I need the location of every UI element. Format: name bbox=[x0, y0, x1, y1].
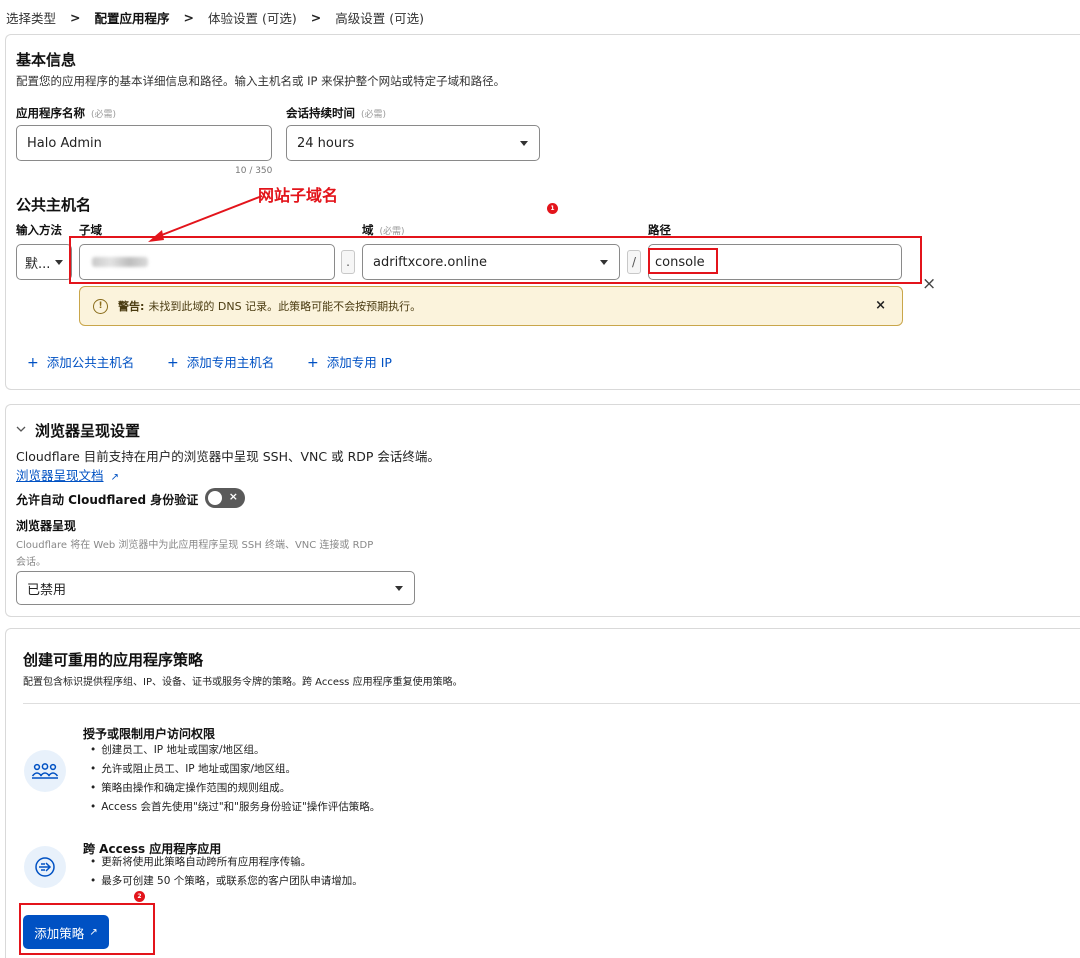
domain-label-text: 域 bbox=[362, 223, 374, 237]
breadcrumb-separator: > bbox=[310, 9, 322, 25]
browser-render-description: Cloudflare 目前支持在用户的浏览器中呈现 SSH、VNC 或 RDP … bbox=[16, 449, 440, 464]
browser-render-doc-link[interactable]: 浏览器呈现文档 ↗ bbox=[16, 465, 119, 484]
app-name-counter: 10 / 350 bbox=[235, 166, 273, 176]
annotation-badge-1: 1 bbox=[547, 203, 558, 214]
annotation-arrow bbox=[148, 195, 263, 242]
domain-label: 域 (必需) bbox=[362, 222, 405, 238]
policies-title: 创建可重用的应用程序策略 bbox=[23, 651, 204, 669]
slash-separator: / bbox=[627, 250, 641, 274]
close-icon[interactable]: × bbox=[875, 298, 886, 313]
chevron-down-icon bbox=[395, 586, 403, 591]
chevron-down-icon[interactable] bbox=[16, 422, 26, 436]
list-item: 创建员工、IP 地址或国家/地区组。 bbox=[90, 741, 380, 760]
domain-select[interactable]: adriftxcore.online bbox=[362, 244, 620, 280]
breadcrumb-item-configure-app[interactable]: 配置应用程序 bbox=[95, 8, 170, 27]
warning-prefix: 警告: bbox=[118, 300, 145, 313]
path-input[interactable]: console bbox=[648, 244, 902, 280]
app-name-label-text: 应用程序名称 bbox=[16, 106, 85, 120]
browser-render-value: 已禁用 bbox=[27, 582, 67, 598]
add-policy-label: 添加策略 bbox=[34, 925, 85, 941]
session-duration-label-text: 会话持续时间 bbox=[286, 106, 355, 120]
basic-info-title: 基本信息 bbox=[16, 51, 77, 69]
add-public-hostname-label: 添加公共主机名 bbox=[46, 355, 135, 370]
plus-icon: + bbox=[307, 355, 319, 371]
input-method-value: 默... bbox=[25, 256, 51, 272]
external-link-icon: ↗ bbox=[110, 472, 120, 483]
browser-render-help-line2: 会话。 bbox=[16, 557, 46, 568]
warning-text: 未找到此域的 DNS 记录。此策略可能不会按预期执行。 bbox=[148, 300, 422, 313]
plus-icon: + bbox=[27, 355, 39, 371]
session-duration-select[interactable]: 24 hours bbox=[286, 125, 540, 161]
add-private-ip-label: 添加专用 IP bbox=[326, 355, 392, 370]
close-icon[interactable]: × bbox=[922, 274, 936, 294]
session-duration-value: 24 hours bbox=[297, 135, 355, 151]
annotation-subdomain-label: 网站子域名 bbox=[258, 186, 339, 205]
browser-render-doc-link-text: 浏览器呈现文档 bbox=[16, 468, 104, 483]
browser-render-label: 浏览器呈现 bbox=[16, 519, 77, 533]
browser-render-title[interactable]: 浏览器呈现设置 bbox=[35, 420, 140, 441]
chevron-down-icon bbox=[520, 141, 528, 146]
divider bbox=[23, 703, 1080, 704]
app-name-label: 应用程序名称 (必需) bbox=[16, 105, 116, 121]
public-hostname-title: 公共主机名 bbox=[16, 196, 92, 214]
policy-block1-list: 创建员工、IP 地址或国家/地区组。 允许或阻止员工、IP 地址或国家/地区组。… bbox=[90, 741, 380, 817]
plus-icon: + bbox=[167, 355, 179, 371]
list-item: 允许或阻止员工、IP 地址或国家/地区组。 bbox=[90, 760, 380, 779]
policy-block2-list: 更新将使用此策略自动跨所有应用程序传输。 最多可创建 50 个策略，或联系您的客… bbox=[90, 853, 363, 891]
app-name-input[interactable]: Halo Admin bbox=[16, 125, 272, 161]
close-icon: × bbox=[228, 490, 238, 503]
list-item: 策略由操作和确定操作范围的规则组成。 bbox=[90, 779, 380, 798]
auto-auth-label: 允许自动 Cloudflared 身份验证 bbox=[16, 493, 199, 507]
external-link-icon: ↗ bbox=[89, 926, 98, 938]
list-item: Access 会首先使用"绕过"和"服务身份验证"操作评估策略。 bbox=[90, 798, 380, 817]
app-name-required: (必需) bbox=[91, 110, 117, 120]
basic-info-description: 配置您的应用程序的基本详细信息和路径。输入主机名或 IP 来保护整个网站或特定子… bbox=[16, 74, 506, 88]
session-duration-required: (必需) bbox=[361, 110, 387, 120]
breadcrumb-item-select-type[interactable]: 选择类型 bbox=[6, 8, 56, 27]
input-method-label: 输入方法 bbox=[16, 223, 62, 237]
path-label: 路径 bbox=[648, 223, 671, 237]
session-duration-label: 会话持续时间 (必需) bbox=[286, 105, 386, 121]
add-private-hostname-label: 添加专用主机名 bbox=[186, 355, 275, 370]
list-item: 最多可创建 50 个策略，或联系您的客户团队申请增加。 bbox=[90, 872, 363, 891]
browser-render-select[interactable]: 已禁用 bbox=[16, 571, 415, 605]
blurred-subdomain-value bbox=[92, 257, 148, 267]
policies-description: 配置包含标识提供程序组、IP、设备、证书或服务令牌的策略。跨 Access 应用… bbox=[23, 677, 463, 688]
subdomain-label: 子域 bbox=[79, 223, 102, 237]
path-value: console bbox=[655, 254, 705, 270]
domain-value: adriftxcore.online bbox=[373, 254, 488, 270]
dns-warning-banner: ! 警告: 未找到此域的 DNS 记录。此策略可能不会按预期执行。 × bbox=[79, 286, 903, 326]
add-policy-button[interactable]: 添加策略 ↗ bbox=[23, 915, 109, 949]
transfer-arrow-icon bbox=[24, 846, 66, 888]
breadcrumb-item-experience-settings[interactable]: 体验设置 (可选) bbox=[208, 8, 297, 27]
toggle-knob bbox=[208, 491, 222, 505]
add-private-ip-link[interactable]: + 添加专用 IP bbox=[307, 352, 392, 371]
add-private-hostname-link[interactable]: + 添加专用主机名 bbox=[167, 352, 274, 371]
breadcrumb-separator: > bbox=[70, 9, 81, 25]
dot-separator: . bbox=[341, 250, 355, 274]
domain-required: (必需) bbox=[379, 227, 405, 237]
annotation-badge-2: 2 bbox=[134, 891, 145, 902]
warning-icon: ! bbox=[93, 298, 108, 314]
app-name-value: Halo Admin bbox=[27, 135, 102, 151]
add-public-hostname-link[interactable]: + 添加公共主机名 bbox=[27, 352, 134, 371]
input-method-select[interactable]: 默... bbox=[16, 244, 72, 280]
policy-block1-title: 授予或限制用户访问权限 bbox=[83, 727, 216, 741]
breadcrumb-separator: > bbox=[183, 9, 194, 25]
list-item: 更新将使用此策略自动跨所有应用程序传输。 bbox=[90, 853, 363, 872]
user-group-icon bbox=[24, 750, 66, 792]
chevron-down-icon bbox=[600, 260, 608, 265]
auto-auth-toggle[interactable]: × bbox=[205, 488, 245, 508]
browser-render-help-line1: Cloudflare 将在 Web 浏览器中为此应用程序呈现 SSH 终端、VN… bbox=[16, 540, 374, 551]
breadcrumb-item-advanced-settings[interactable]: 高级设置 (可选) bbox=[335, 8, 424, 27]
chevron-down-icon bbox=[55, 260, 63, 265]
breadcrumb: 选择类型 > 配置应用程序 > 体验设置 (可选) > 高级设置 (可选) bbox=[6, 6, 424, 28]
